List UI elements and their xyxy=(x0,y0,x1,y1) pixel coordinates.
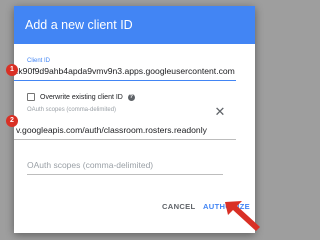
overwrite-label: Overwrite existing client ID xyxy=(40,93,123,101)
scope-input-empty[interactable]: OAuth scopes (comma-delimited) xyxy=(27,156,223,175)
client-id-value: :k90f9d9ahb4apda9vmv9n3.apps.googleuserc… xyxy=(16,66,235,76)
overwrite-row: Overwrite existing client ID ? xyxy=(27,91,135,103)
overwrite-checkbox[interactable] xyxy=(27,93,35,101)
red-arrow-icon xyxy=(225,201,260,231)
scope-placeholder: OAuth scopes (comma-delimited) xyxy=(27,160,154,170)
step-badge-1: 1 xyxy=(6,64,18,76)
close-icon[interactable]: ✕ xyxy=(213,105,227,119)
dialog-title: Add a new client ID xyxy=(14,6,255,44)
help-icon[interactable]: ? xyxy=(127,93,135,101)
add-client-id-dialog: Add a new client ID Client ID :k90f9d9ah… xyxy=(14,6,255,233)
cancel-button[interactable]: CANCEL xyxy=(162,202,195,211)
scope-label: OAuth scopes (comma-delimited) xyxy=(27,107,117,113)
step-badge-2: 2 xyxy=(6,115,18,127)
scope-value: v.googleapis.com/auth/classroom.rosters.… xyxy=(16,125,207,135)
scope-input[interactable]: v.googleapis.com/auth/classroom.rosters.… xyxy=(14,121,236,140)
client-id-input[interactable]: :k90f9d9ahb4apda9vmv9n3.apps.googleuserc… xyxy=(14,63,236,81)
